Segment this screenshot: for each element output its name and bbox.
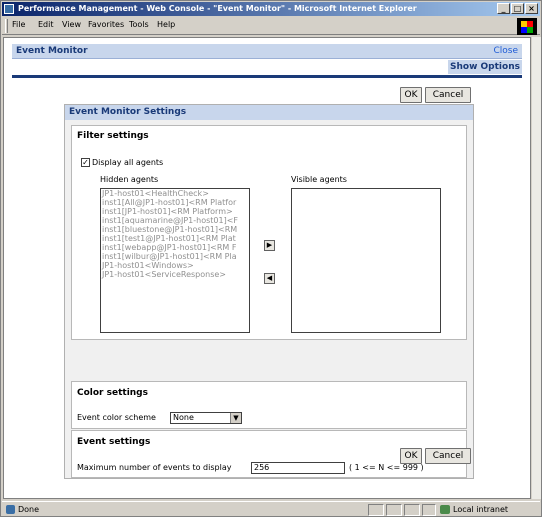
intranet-zone-icon bbox=[440, 505, 450, 514]
filter-settings-section: Filter settings ✓ Display all agents Hid… bbox=[71, 125, 467, 340]
max-events-range-hint: ( 1 <= N <= 999 ) bbox=[349, 463, 424, 472]
max-events-input[interactable]: 256 bbox=[251, 462, 345, 474]
menu-favorites[interactable]: Favorites bbox=[88, 20, 124, 29]
cancel-button-bottom[interactable]: Cancel bbox=[425, 448, 471, 464]
title-bar: Performance Management - Web Console - "… bbox=[2, 2, 540, 16]
list-item[interactable]: inst1[All@JP1-host01]<RM Platfor bbox=[101, 198, 249, 207]
chevron-down-icon: ▼ bbox=[230, 413, 241, 423]
filter-settings-title: Filter settings bbox=[77, 131, 149, 141]
menu-tools[interactable]: Tools bbox=[129, 20, 149, 29]
hidden-agents-label: Hidden agents bbox=[100, 175, 159, 184]
status-cell bbox=[404, 504, 420, 516]
color-settings-section: Color settings Event color scheme None ▼ bbox=[71, 381, 467, 429]
arrow-right-icon[interactable]: ▶ bbox=[264, 240, 275, 251]
visible-agents-list[interactable] bbox=[291, 188, 441, 333]
list-item[interactable]: JP1-host01<HealthCheck> bbox=[101, 189, 249, 198]
status-cell bbox=[422, 504, 436, 516]
hidden-agents-list[interactable]: JP1-host01<HealthCheck> inst1[All@JP1-hos… bbox=[100, 188, 250, 333]
list-item[interactable]: inst1[aquamarine@JP1-host01]<F bbox=[101, 216, 249, 225]
show-options-tab[interactable]: Show Options bbox=[448, 60, 522, 74]
status-cell bbox=[368, 504, 384, 516]
settings-title: Event Monitor Settings bbox=[69, 107, 187, 117]
page-content: Event Monitor Close Show Options OK Canc… bbox=[3, 37, 531, 499]
ok-button-bottom[interactable]: OK bbox=[400, 448, 422, 464]
close-link[interactable]: Close bbox=[493, 46, 518, 56]
browser-window: Performance Management - Web Console - "… bbox=[0, 0, 542, 517]
security-zone-label: Local intranet bbox=[453, 505, 509, 514]
menu-grip bbox=[5, 19, 8, 33]
menu-edit[interactable]: Edit bbox=[38, 20, 54, 29]
maximize-button[interactable]: □ bbox=[511, 3, 524, 14]
menu-help[interactable]: Help bbox=[157, 20, 175, 29]
list-item[interactable]: JP1-host01<Windows> bbox=[101, 261, 249, 270]
event-color-scheme-value: None bbox=[173, 413, 194, 422]
display-all-agents-checkbox[interactable]: ✓ bbox=[81, 158, 90, 167]
status-cell bbox=[386, 504, 402, 516]
event-settings-title: Event settings bbox=[77, 437, 151, 447]
menu-file[interactable]: File bbox=[12, 20, 25, 29]
minimize-button[interactable]: _ bbox=[497, 3, 510, 14]
header-divider bbox=[12, 75, 522, 78]
event-color-scheme-select[interactable]: None ▼ bbox=[170, 412, 242, 424]
cancel-button-top[interactable]: Cancel bbox=[425, 87, 471, 103]
list-item[interactable]: inst1[bluestone@JP1-host01]<RM bbox=[101, 225, 249, 234]
event-color-scheme-label: Event color scheme bbox=[77, 413, 156, 422]
status-text: Done bbox=[18, 505, 40, 514]
settings-panel-header: Event Monitor Settings bbox=[65, 105, 473, 120]
windows-logo-icon bbox=[517, 18, 537, 35]
list-item[interactable]: inst1[JP1-host01]<RM Platform> bbox=[101, 207, 249, 216]
ok-button-top[interactable]: OK bbox=[400, 87, 422, 103]
max-events-label: Maximum number of events to display bbox=[77, 463, 232, 472]
ie-app-icon bbox=[4, 4, 14, 14]
display-all-agents-label: Display all agents bbox=[92, 158, 164, 167]
list-item[interactable]: inst1[wilbur@JP1-host01]<RM Pla bbox=[101, 252, 249, 261]
vertical-scrollbar[interactable] bbox=[531, 37, 541, 499]
visible-agents-label: Visible agents bbox=[291, 175, 347, 184]
settings-panel: Event Monitor Settings Filter settings ✓… bbox=[64, 104, 474, 479]
arrow-left-icon[interactable]: ◀ bbox=[264, 273, 275, 284]
page-done-icon bbox=[6, 505, 15, 514]
page-header: Event Monitor Close bbox=[12, 44, 522, 59]
color-settings-title: Color settings bbox=[77, 388, 148, 398]
status-bar: Done Local intranet bbox=[2, 501, 540, 516]
window-title: Performance Management - Web Console - "… bbox=[18, 4, 417, 13]
close-window-button[interactable]: × bbox=[525, 3, 538, 14]
page-title: Event Monitor bbox=[16, 46, 88, 56]
list-item[interactable]: JP1-host01<ServiceResponse> bbox=[101, 270, 249, 279]
menu-view[interactable]: View bbox=[62, 20, 81, 29]
menu-bar: File Edit View Favorites Tools Help bbox=[2, 17, 540, 35]
list-item[interactable]: inst1[webapp@JP1-host01]<RM F bbox=[101, 243, 249, 252]
list-item[interactable]: inst1[test1@JP1-host01]<RM Plat bbox=[101, 234, 249, 243]
